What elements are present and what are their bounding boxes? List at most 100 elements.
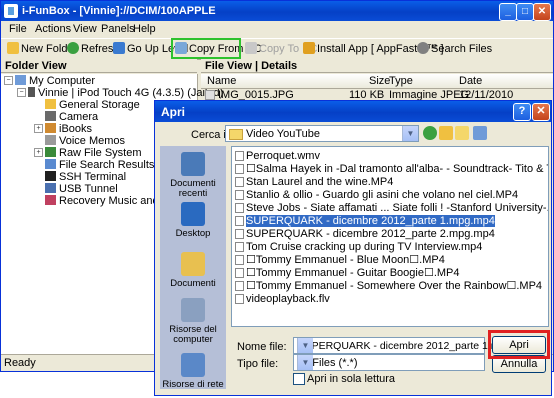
chevron-down-icon: ▼	[402, 126, 418, 141]
file-icon	[235, 268, 244, 278]
file-icon	[235, 255, 244, 265]
filename-input[interactable]: SUPERQUARK - dicembre 2012_parte 1.mpg.m…	[293, 337, 535, 354]
collapse-toggle[interactable]: −	[17, 88, 26, 97]
copy-to-pc-icon	[245, 42, 257, 54]
documents-icon	[181, 252, 205, 276]
expand-toggle[interactable]: +	[34, 124, 43, 133]
menu-help[interactable]: Help	[133, 23, 156, 35]
tree-raw-file-system[interactable]: Raw File System	[45, 147, 142, 159]
list-item[interactable]: videoplayback.flv	[235, 293, 330, 305]
places-bar: Documenti recenti Desktop Documenti Riso…	[160, 146, 226, 390]
file-list-header: Name Size Type Date	[201, 74, 553, 89]
menu-bar: File Actions View Panels Help	[1, 21, 553, 38]
usb-icon	[45, 183, 56, 193]
new-folder-icon[interactable]	[455, 126, 469, 140]
list-item[interactable]: Stan Laurel and the wine.MP4	[235, 176, 393, 188]
music-icon	[45, 195, 56, 205]
toolbar: New Folder Refresh Go Up Level Copy From…	[1, 38, 553, 60]
new-folder-icon	[7, 42, 19, 54]
column-date[interactable]: Date	[459, 75, 482, 87]
view-menu-icon[interactable]	[473, 126, 487, 140]
tree-usb-tunnel[interactable]: USB Tunnel	[45, 183, 118, 195]
tab-details[interactable]: Details	[261, 60, 297, 72]
collapse-toggle[interactable]: −	[4, 76, 13, 85]
open-dialog: Apri ? ✕ Cerca in: Video YouTube ▼ Docum…	[154, 100, 552, 396]
place-desktop[interactable]: Desktop	[160, 202, 226, 239]
file-list: Perroquet.wmv ☐Salma Hayek in -Dal tramo…	[231, 146, 549, 327]
menu-view[interactable]: View	[73, 23, 97, 35]
recent-documents-icon	[181, 152, 205, 176]
refresh-icon	[67, 42, 79, 54]
column-size[interactable]: Size	[369, 75, 390, 87]
list-item[interactable]: Steve Jobs - Siate affamati ... Siate fo…	[235, 202, 548, 214]
up-folder-icon[interactable]	[439, 126, 453, 140]
up-arrow-icon	[113, 42, 125, 54]
file-icon	[235, 164, 244, 174]
minimize-button[interactable]: _	[499, 3, 517, 21]
list-item[interactable]: Stanlio & ollio - Guardo gli asini che v…	[235, 189, 518, 201]
tab-file-view[interactable]: File View	[205, 60, 252, 72]
raw-file-system-icon	[45, 147, 56, 157]
tree-file-search-results[interactable]: File Search Results	[45, 159, 154, 171]
maximize-button[interactable]: □	[516, 3, 534, 21]
tree-device[interactable]: Vinnie | iPod Touch 4G (4.3.5) (Jailed)	[28, 87, 223, 99]
folder-view-header: Folder View	[1, 59, 197, 73]
folder-icon	[45, 99, 56, 109]
filename-label: Nome file:	[237, 341, 287, 353]
tree-my-computer[interactable]: My Computer	[15, 75, 95, 87]
tree-general-storage[interactable]: General Storage	[45, 99, 140, 111]
highlight-copy-from-pc	[171, 38, 241, 59]
list-item[interactable]: SUPERQUARK - dicembre 2012_parte 2.mpg.m…	[235, 228, 495, 240]
search-results-icon	[45, 159, 56, 169]
place-my-computer[interactable]: Risorse del computer	[160, 298, 226, 345]
list-item-selected[interactable]: SUPERQUARK - dicembre 2012_parte 1.mpg.m…	[235, 215, 495, 227]
dialog-title-bar: Apri ? ✕	[155, 101, 551, 122]
list-item[interactable]: Perroquet.wmv	[235, 150, 320, 162]
menu-file[interactable]: File	[9, 23, 27, 35]
search-files-button[interactable]: Search Files	[417, 41, 492, 57]
help-button[interactable]: ?	[513, 103, 531, 121]
column-type[interactable]: Type	[389, 75, 413, 87]
refresh-button[interactable]: Refresh	[67, 41, 120, 57]
tree-voice-memos[interactable]: Voice Memos	[45, 135, 125, 147]
chevron-down-icon[interactable]: ▼	[297, 338, 313, 353]
dialog-close-button[interactable]: ✕	[532, 103, 550, 121]
dialog-title: Apri	[161, 105, 185, 119]
look-in-dropdown[interactable]: Video YouTube ▼	[225, 125, 419, 142]
readonly-checkbox[interactable]	[293, 373, 305, 385]
file-icon	[235, 177, 244, 187]
tree-camera[interactable]: Camera	[45, 111, 98, 123]
place-documents[interactable]: Documenti	[160, 252, 226, 289]
chevron-down-icon[interactable]: ▼	[297, 355, 313, 370]
file-view-tabs: File View | Details	[201, 59, 553, 73]
terminal-icon	[45, 171, 56, 181]
jpeg-file-icon	[205, 90, 215, 100]
file-icon	[235, 190, 244, 200]
install-app-icon	[303, 42, 315, 54]
list-item[interactable]: ☐Salma Hayek in -Dal tramonto all'alba- …	[235, 163, 548, 175]
highlight-open-button	[488, 330, 550, 359]
file-icon	[235, 281, 244, 291]
expand-toggle[interactable]: +	[34, 148, 43, 157]
place-network[interactable]: Risorse di rete	[160, 353, 226, 390]
menu-actions[interactable]: Actions	[35, 23, 71, 35]
list-item[interactable]: ☐Tommy Emmanuel - Guitar Boogie☐.MP4	[235, 267, 460, 279]
tree-ssh-terminal[interactable]: SSH Terminal	[45, 171, 126, 183]
file-icon	[235, 242, 244, 252]
close-button[interactable]: ✕	[533, 3, 551, 21]
column-name[interactable]: Name	[207, 75, 236, 87]
list-item[interactable]: Tom Cruise cracking up during TV Intervi…	[235, 241, 482, 253]
filetype-dropdown[interactable]: All Files (*.*) ▼	[293, 354, 485, 371]
list-item[interactable]: ☐Tommy Emmanuel - Somewhere Over the Rai…	[235, 280, 542, 292]
camera-icon	[45, 111, 56, 121]
tree-ibooks[interactable]: iBooks	[45, 123, 92, 135]
folder-icon	[229, 129, 243, 140]
computer-icon	[15, 75, 26, 85]
back-icon[interactable]	[423, 126, 437, 140]
place-recent-documents[interactable]: Documenti recenti	[160, 152, 226, 199]
ipod-icon	[28, 87, 35, 97]
file-icon	[235, 216, 244, 226]
status-text: Ready	[4, 357, 36, 369]
list-item[interactable]: ☐Tommy Emmanuel - Blue Moon☐.MP4	[235, 254, 445, 266]
menu-panels[interactable]: Panels	[101, 23, 135, 35]
